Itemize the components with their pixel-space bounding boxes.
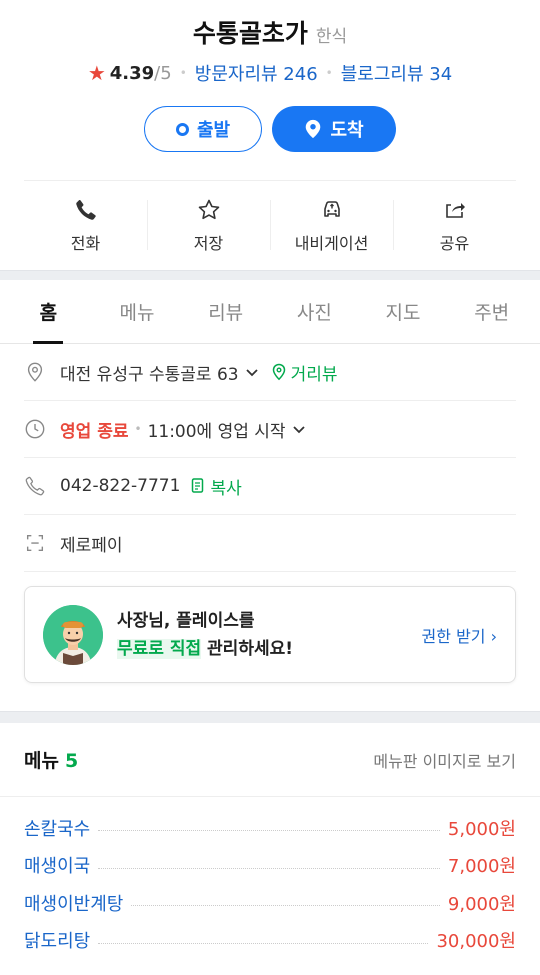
menu-image-link[interactable]: 메뉴판 이미지로 보기 bbox=[373, 748, 516, 772]
tab-photos[interactable]: 사진 bbox=[270, 280, 359, 343]
phone-number[interactable]: 042-822-7771 bbox=[60, 476, 180, 496]
chef-illustration-icon bbox=[43, 604, 103, 665]
dotted-leader bbox=[98, 867, 440, 869]
tab-home[interactable]: 홈 bbox=[4, 280, 93, 344]
menu-count: 5 bbox=[64, 750, 79, 772]
menu-item-name: 매생이반계탕 bbox=[24, 893, 124, 915]
claim-permission-link[interactable]: 권한 받기 › bbox=[422, 623, 497, 647]
car-icon bbox=[323, 200, 340, 217]
address-row: 대전 유성구 수통골로 63 거리뷰 bbox=[24, 344, 516, 401]
menu-title: 메뉴 bbox=[24, 750, 59, 772]
menu-item-name: 매생이국 bbox=[24, 856, 91, 878]
hours-row: 영업 종료 • 11:00에 영업 시작 bbox=[24, 401, 516, 458]
menu-list: 손칼국수 5,000원 매생이국 7,000원 매생이반계탕 9,000원 닭도… bbox=[0, 797, 540, 959]
payment-row: 제로페이 bbox=[24, 515, 516, 572]
call-label: 전화 bbox=[70, 233, 101, 253]
call-button[interactable]: 전화 bbox=[24, 198, 147, 254]
phone-outline-icon bbox=[25, 476, 45, 496]
tab-nearby[interactable]: 주변 bbox=[447, 280, 536, 343]
rating-max: /5 bbox=[154, 62, 172, 84]
owner-card-text: 사장님, 플레이스를 무료로 직접 관리하세요! bbox=[117, 607, 422, 663]
menu-item-name: 손칼국수 bbox=[24, 818, 91, 840]
place-category: 한식 bbox=[315, 27, 348, 47]
location-outline-icon bbox=[27, 362, 43, 382]
quick-actions: 전화 저장 내비게이션 공유 bbox=[24, 180, 516, 270]
tab-bar: 홈 메뉴 리뷰 사진 지도 주변 bbox=[0, 280, 540, 344]
owner-avatar bbox=[43, 604, 103, 665]
share-label: 공유 bbox=[439, 233, 470, 253]
phone-icon bbox=[75, 199, 96, 220]
place-header: 수통골초가 한식 ★ 4.39 /5 • 방문자리뷰 246 • 블로그리뷰 3… bbox=[0, 0, 540, 152]
scan-frame-icon bbox=[26, 534, 44, 552]
menu-item[interactable]: 매생이국 7,000원 bbox=[24, 847, 516, 885]
copy-icon bbox=[192, 478, 204, 493]
share-button[interactable]: 공유 bbox=[393, 198, 516, 254]
tab-menu[interactable]: 메뉴 bbox=[93, 280, 182, 343]
chevron-down-icon[interactable] bbox=[245, 365, 259, 379]
route-actions: 출발 도착 bbox=[0, 106, 540, 152]
place-name: 수통골초가 bbox=[192, 19, 308, 48]
location-pin-icon bbox=[306, 119, 321, 139]
chevron-down-icon[interactable] bbox=[292, 422, 306, 436]
business-status: 영업 종료 bbox=[60, 421, 129, 442]
depart-label: 출발 bbox=[196, 120, 231, 141]
tab-reviews[interactable]: 리뷰 bbox=[181, 280, 270, 343]
menu-item[interactable]: 닭도리탕 30,000원 bbox=[24, 922, 516, 960]
separator-dot: • bbox=[325, 66, 333, 80]
navigation-button[interactable]: 내비게이션 bbox=[270, 198, 393, 254]
dotted-leader bbox=[98, 830, 440, 832]
separator-dot: • bbox=[179, 66, 187, 80]
menu-item[interactable]: 손칼국수 5,000원 bbox=[24, 809, 516, 847]
blog-reviews-link[interactable]: 블로그리뷰 34 bbox=[341, 60, 452, 86]
payment-method: 제로페이 bbox=[60, 535, 123, 556]
clock-icon bbox=[25, 419, 45, 439]
phone-row: 042-822-7771 복사 bbox=[24, 458, 516, 515]
info-list: 대전 유성구 수통골로 63 거리뷰 영업 종료 • 11:00에 영업 시작 … bbox=[0, 344, 540, 572]
depart-button[interactable]: 출발 bbox=[144, 106, 262, 152]
rating-score: 4.39 bbox=[109, 62, 155, 84]
tab-map[interactable]: 지도 bbox=[359, 280, 448, 343]
rating-row: ★ 4.39 /5 • 방문자리뷰 246 • 블로그리뷰 34 bbox=[0, 60, 540, 86]
section-divider bbox=[0, 270, 540, 280]
menu-item[interactable]: 매생이반계탕 9,000원 bbox=[24, 884, 516, 922]
save-button[interactable]: 저장 bbox=[147, 198, 270, 254]
owner-card-line2: 무료로 직접 관리하세요! bbox=[117, 635, 422, 663]
menu-item-name: 닭도리탕 bbox=[24, 931, 91, 953]
street-view-link[interactable]: 거리뷰 bbox=[291, 360, 338, 385]
section-divider bbox=[0, 711, 540, 723]
share-icon bbox=[445, 202, 465, 218]
menu-item-price: 9,000원 bbox=[447, 893, 516, 915]
arrive-button[interactable]: 도착 bbox=[272, 106, 396, 152]
menu-item-price: 5,000원 bbox=[447, 818, 516, 840]
save-label: 저장 bbox=[193, 233, 224, 253]
owner-card-line2-rest: 관리하세요! bbox=[201, 638, 293, 659]
visitor-reviews-link[interactable]: 방문자리뷰 246 bbox=[195, 60, 318, 86]
origin-ring-icon bbox=[175, 122, 189, 136]
owner-card-line1: 사장님, 플레이스를 bbox=[117, 610, 255, 631]
dotted-leader bbox=[131, 905, 440, 907]
separator-dot: • bbox=[134, 422, 142, 436]
copy-button[interactable]: 복사 bbox=[210, 474, 241, 499]
menu-item-price: 7,000원 bbox=[447, 856, 516, 878]
navigation-label: 내비게이션 bbox=[294, 233, 369, 253]
star-outline-icon bbox=[198, 199, 219, 219]
business-hours[interactable]: 11:00에 영업 시작 bbox=[148, 417, 286, 442]
address-text[interactable]: 대전 유성구 수통골로 63 bbox=[60, 360, 239, 385]
owner-card-highlight: 무료로 직접 bbox=[117, 638, 202, 659]
menu-title-group: 메뉴 5 bbox=[24, 746, 78, 773]
dotted-leader bbox=[98, 942, 429, 944]
owner-claim-card[interactable]: 사장님, 플레이스를 무료로 직접 관리하세요! 권한 받기 › bbox=[24, 586, 516, 683]
star-icon: ★ bbox=[87, 61, 106, 85]
menu-header: 메뉴 5 메뉴판 이미지로 보기 bbox=[0, 723, 540, 797]
arrive-label: 도착 bbox=[330, 120, 364, 141]
street-view-pin-icon bbox=[272, 363, 285, 381]
menu-item-price: 30,000원 bbox=[436, 931, 516, 953]
